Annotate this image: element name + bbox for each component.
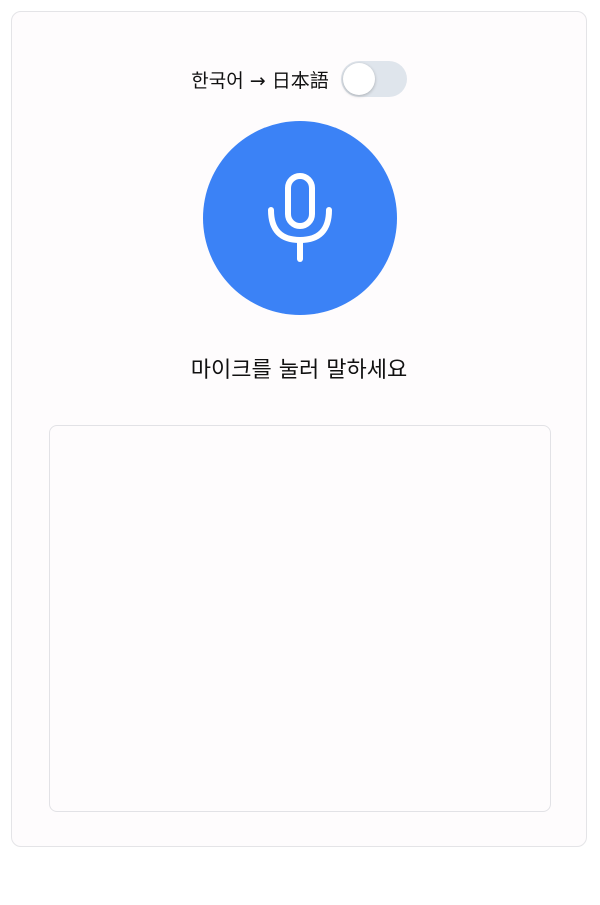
mic-button[interactable] [203, 121, 397, 315]
status-text: 마이크를 눌러 말하세요 [190, 358, 408, 383]
toggle-knob [342, 63, 375, 95]
translator-card: 한국어 → 日本語 마이크를 눌러 말하세요 [11, 11, 587, 847]
microphone-icon [265, 172, 335, 264]
language-row: 한국어 → 日本語 [12, 60, 586, 98]
language-direction-label: 한국어 → 日本語 [191, 69, 329, 92]
language-toggle[interactable] [340, 61, 407, 97]
transcript-area [49, 425, 551, 812]
